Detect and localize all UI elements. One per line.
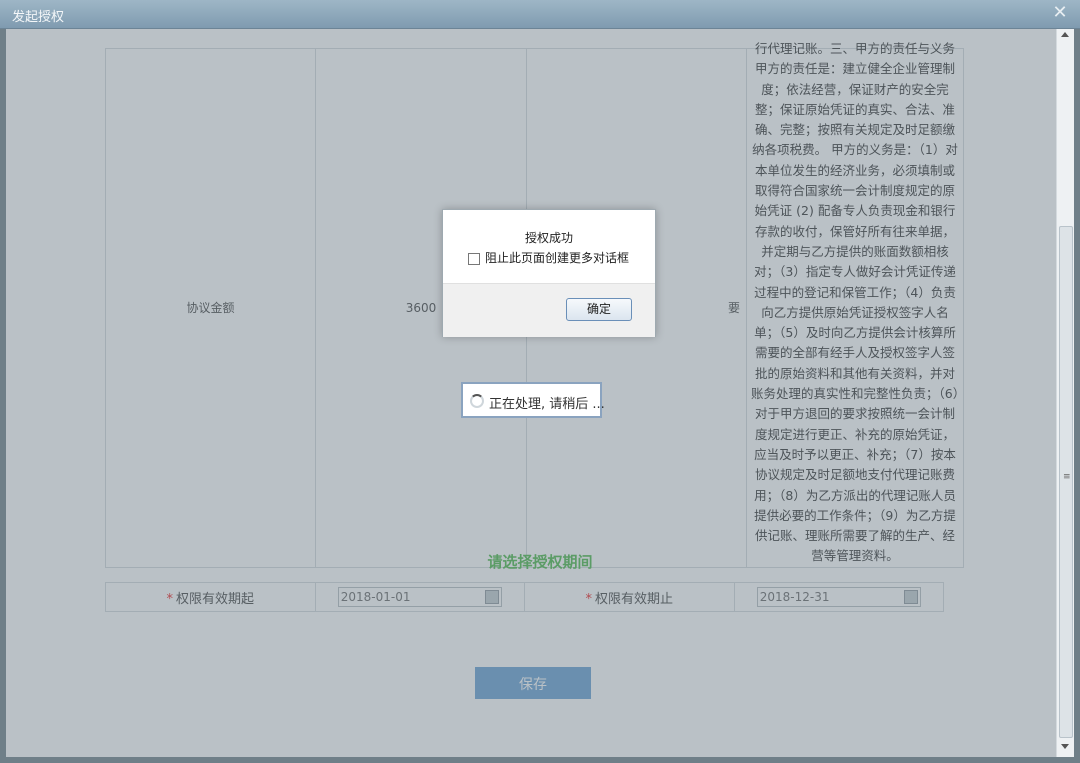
loading-indicator: 正在处理, 请稍后 ... <box>461 382 605 418</box>
scroll-up-icon[interactable] <box>1061 32 1069 37</box>
alert-dialog: 授权成功 阻止此页面创建更多对话框 确定 <box>442 209 656 337</box>
dialog-message: 授权成功 <box>524 231 573 245</box>
suppress-dialogs-label: 阻止此页面创建更多对话框 <box>485 251 630 265</box>
vertical-scrollbar[interactable]: ≡ <box>1056 29 1074 757</box>
window-title: 发起授权 <box>12 10 65 25</box>
spinner-icon <box>470 394 484 408</box>
loading-message: 正在处理, 请稍后 ... <box>489 397 605 412</box>
authorization-window: 发起授权 ✕ 协议金额 3600 要 行代理记账。三、甲方的责任与义务 甲方的责… <box>0 0 1080 763</box>
suppress-dialogs-option[interactable]: 阻止此页面创建更多对话框 <box>468 249 629 266</box>
window-titlebar: 发起授权 ✕ <box>0 0 1080 29</box>
suppress-dialogs-checkbox[interactable] <box>468 252 480 265</box>
dialog-footer: 确定 <box>443 283 655 337</box>
scroll-down-icon[interactable] <box>1061 744 1069 749</box>
scrollbar-thumb[interactable]: ≡ <box>1059 226 1073 738</box>
close-icon[interactable]: ✕ <box>1050 3 1070 23</box>
ok-button[interactable]: 确定 <box>566 298 632 321</box>
grip-icon: ≡ <box>1063 472 1071 482</box>
